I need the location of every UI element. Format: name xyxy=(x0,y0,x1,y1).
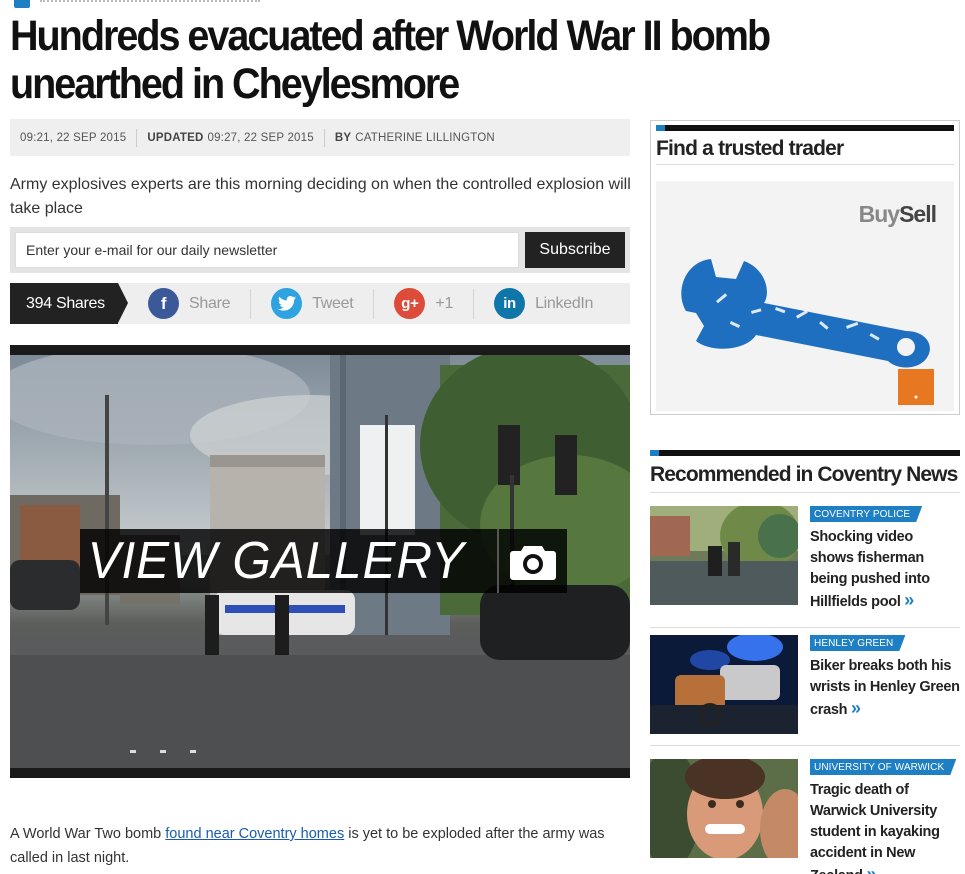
linkedin-icon: in xyxy=(494,288,526,319)
article-body-paragraph: A World War Two bomb found near Coventry… xyxy=(10,822,635,870)
more-arrow-icon: » xyxy=(850,698,861,718)
linkedin-share-button[interactable]: in LinkedIn xyxy=(494,283,593,324)
linkedin-share-label: LinkedIn xyxy=(535,294,594,312)
section-rule xyxy=(656,125,954,131)
breadcrumb xyxy=(40,0,260,2)
share-bar: 394 Shares f Share Tweet g+ +1 in Linked… xyxy=(10,283,630,324)
recommended-title: Recommended in Coventry News xyxy=(650,463,960,493)
share-divider xyxy=(250,288,252,319)
meta-divider xyxy=(323,128,325,147)
view-gallery-label: VIEW GALLERY xyxy=(87,532,466,590)
camera-icon xyxy=(497,529,567,593)
category-tag[interactable]: HENLEY GREEN xyxy=(810,635,905,651)
recommended-item[interactable]: HENLEY GREEN Biker breaks both his wrist… xyxy=(650,635,960,746)
recommended-headline[interactable]: Biker breaks both his wrists in Henley G… xyxy=(810,656,960,721)
trusted-trader-widget: Find a trusted trader BuySell ● xyxy=(650,120,960,415)
share-divider xyxy=(473,288,475,319)
related-article-link[interactable]: found near Coventry homes xyxy=(165,826,344,842)
recommended-item[interactable]: COVENTRY POLICE Shocking video shows fis… xyxy=(650,506,960,628)
partner-badge-icon: ● xyxy=(898,369,934,405)
by-label: BY xyxy=(334,131,352,144)
twitter-share-button[interactable]: Tweet xyxy=(271,283,354,324)
recommended-thumbnail[interactable] xyxy=(650,635,798,734)
recommended-headline-text: Tragic death of Warwick University stude… xyxy=(810,782,940,874)
category-tag[interactable]: UNIVERSITY OF WARWICK xyxy=(810,759,956,775)
updated-time: 09:27, 22 SEP 2015 xyxy=(207,131,314,144)
published-time: 09:21, 22 SEP 2015 xyxy=(20,131,127,144)
view-gallery-button[interactable]: VIEW GALLERY xyxy=(80,529,568,593)
body-text-before-link: A World War Two bomb xyxy=(10,826,166,842)
twitter-icon xyxy=(271,288,303,319)
recommended-thumbnail[interactable] xyxy=(650,759,798,858)
googleplus-share-button[interactable]: g+ +1 xyxy=(394,283,453,324)
section-rule xyxy=(650,450,960,456)
twitter-share-label: Tweet xyxy=(312,294,354,312)
author-link[interactable]: CATHERINE LILLINGTON xyxy=(355,132,495,144)
buysell-advert[interactable]: BuySell ● xyxy=(656,181,954,411)
site-logo-icon[interactable] xyxy=(14,0,30,8)
newsletter-form: Enter your e-mail for our daily newslett… xyxy=(10,227,630,273)
top-strip xyxy=(0,0,965,10)
share-divider xyxy=(373,288,375,319)
recommended-headline[interactable]: Tragic death of Warwick University stude… xyxy=(810,780,960,874)
share-count: 394 Shares xyxy=(10,283,128,324)
recommended-item[interactable]: UNIVERSITY OF WARWICK Tragic death of Wa… xyxy=(650,759,960,874)
category-tag[interactable]: COVENTRY POLICE xyxy=(810,506,922,522)
facebook-share-label: Share xyxy=(189,294,231,312)
more-arrow-icon: » xyxy=(866,864,877,874)
subscribe-button[interactable]: Subscribe xyxy=(525,232,625,268)
trusted-trader-title: Find a trusted trader xyxy=(656,137,954,165)
more-arrow-icon: » xyxy=(904,590,915,610)
article-standfirst: Army explosives experts are this morning… xyxy=(10,176,631,217)
article-headline: Hundreds evacuated after World War II bo… xyxy=(10,12,771,108)
googleplus-share-label: +1 xyxy=(435,294,454,312)
recommended-headline-text: Biker breaks both his wrists in Henley G… xyxy=(810,658,960,718)
meta-divider xyxy=(136,128,138,147)
recommended-thumbnail[interactable] xyxy=(650,506,798,605)
facebook-icon: f xyxy=(148,288,179,319)
facebook-share-button[interactable]: f Share xyxy=(148,283,231,324)
updated-label: UPDATED xyxy=(147,131,204,144)
article-meta: 09:21, 22 SEP 2015 UPDATED 09:27, 22 SEP… xyxy=(10,119,630,156)
newsletter-email-input[interactable]: Enter your e-mail for our daily newslett… xyxy=(15,232,519,268)
image-gallery[interactable]: VIEW GALLERY xyxy=(10,345,630,778)
recommended-headline[interactable]: Shocking video shows fisherman being pus… xyxy=(810,527,960,613)
googleplus-icon: g+ xyxy=(394,288,426,319)
